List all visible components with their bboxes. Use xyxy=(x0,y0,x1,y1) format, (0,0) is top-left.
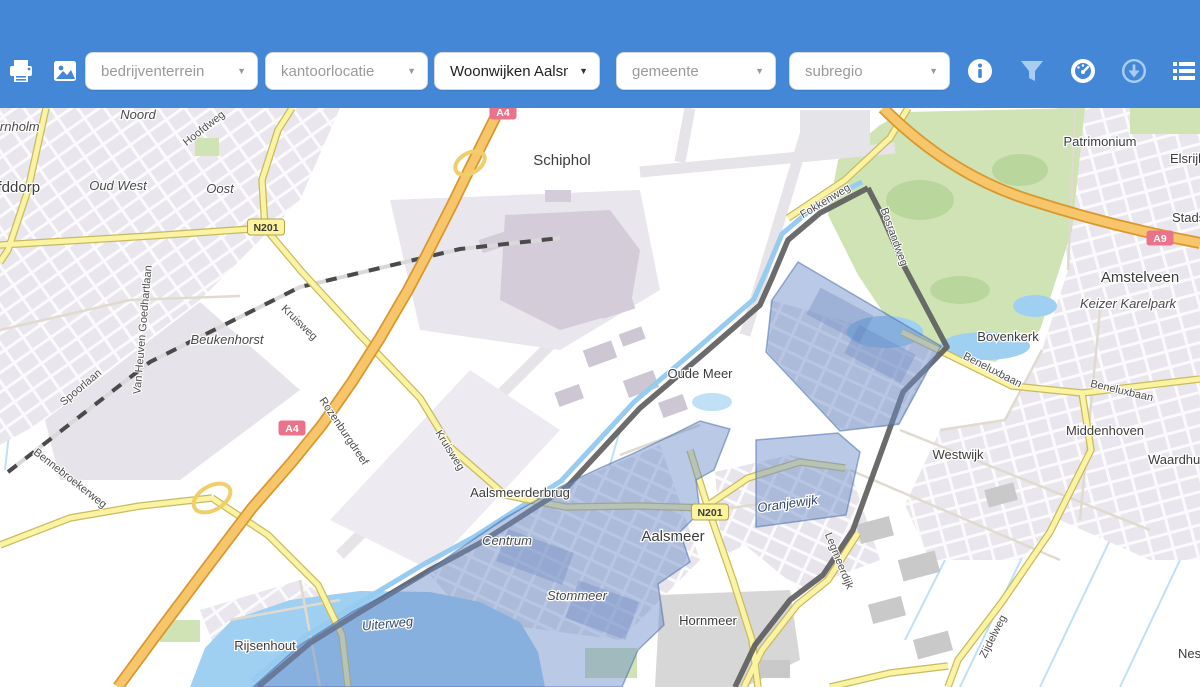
print-icon xyxy=(7,57,35,85)
road-badge: A9 xyxy=(1147,231,1174,246)
chevron-down-icon: ▼ xyxy=(237,66,246,76)
road-badge: N201 xyxy=(248,219,285,235)
dropdown-label: kantoorlocatie xyxy=(281,63,374,80)
dropdown-kantoorlocatie[interactable]: kantoorlocatie ▼ xyxy=(265,52,428,90)
map-label: Amstelveen xyxy=(1101,269,1179,286)
gauge-button[interactable] xyxy=(1069,57,1097,85)
chevron-down-icon: ▼ xyxy=(579,66,588,76)
map-label: Rijsenhout xyxy=(234,638,296,653)
map-svg: A4N201A4N201A9BornholmNoordHoofdwegHoofd… xyxy=(0,108,1200,687)
filter-icon xyxy=(1018,57,1046,85)
gauge-icon xyxy=(1069,57,1097,85)
dropdown-label: subregio xyxy=(805,63,863,80)
map-label: Bovenkerk xyxy=(977,329,1039,344)
map-label: Elsrijk xyxy=(1170,151,1200,166)
map-label: Patrimonium xyxy=(1064,134,1137,149)
map-label: Bornholm xyxy=(0,119,40,134)
info-icon xyxy=(966,57,994,85)
dropdown-gemeente[interactable]: gemeente ▼ xyxy=(616,52,776,90)
svg-text:A4: A4 xyxy=(285,423,299,435)
map-label: Hornmeer xyxy=(679,613,737,628)
map-label: Schiphol xyxy=(533,152,591,169)
print-button[interactable] xyxy=(7,57,35,85)
dropdown-label: Woonwijken Aalsmeer xyxy=(450,63,568,80)
road-badge: A4 xyxy=(490,108,517,120)
download-button[interactable] xyxy=(1120,57,1148,85)
svg-text:N201: N201 xyxy=(253,222,278,234)
image-button[interactable] xyxy=(51,57,79,85)
map-label: Oude Meer xyxy=(667,366,733,381)
svg-text:A4: A4 xyxy=(496,108,510,119)
svg-text:N201: N201 xyxy=(697,507,722,519)
info-button[interactable] xyxy=(966,57,994,85)
dropdown-woonwijken[interactable]: Woonwijken Aalsmeer ▼ xyxy=(434,52,600,90)
list-icon xyxy=(1170,57,1198,85)
chevron-down-icon: ▼ xyxy=(929,66,938,76)
map-label: Beukenhorst xyxy=(191,332,265,347)
dropdown-bedrijventerrein[interactable]: bedrijventerrein ▼ xyxy=(85,52,258,90)
map-label: Noord xyxy=(120,108,156,122)
dropdown-label: bedrijventerrein xyxy=(101,63,204,80)
map-label: Aalsmeerderbrug xyxy=(470,485,570,500)
chevron-down-icon: ▼ xyxy=(407,66,416,76)
svg-text:A9: A9 xyxy=(1153,233,1167,245)
map-label: Aalsmeer xyxy=(641,528,704,545)
download-icon xyxy=(1120,57,1148,85)
map-label: Keizer Karelpark xyxy=(1080,296,1178,311)
map-label: Centrum xyxy=(482,533,532,548)
map-label: Stadshart xyxy=(1172,210,1200,225)
image-icon xyxy=(51,57,79,85)
filter-button[interactable] xyxy=(1018,57,1046,85)
map-label: Waardhuizen xyxy=(1148,452,1200,467)
map-label: Stommeer xyxy=(547,588,608,603)
dropdown-label: gemeente xyxy=(632,63,699,80)
map-label: Oost xyxy=(206,181,235,196)
map-label: Middenhoven xyxy=(1066,423,1144,438)
chevron-down-icon: ▼ xyxy=(755,66,764,76)
dropdown-subregio[interactable]: subregio ▼ xyxy=(789,52,950,90)
toolbar: bedrijventerrein ▼ kantoorlocatie ▼ Woon… xyxy=(0,52,1200,90)
road-badge: N201 xyxy=(692,504,729,520)
header-bar: bedrijventerrein ▼ kantoorlocatie ▼ Woon… xyxy=(0,0,1200,108)
map-application: bedrijventerrein ▼ kantoorlocatie ▼ Woon… xyxy=(0,0,1200,687)
map-label: Nes xyxy=(1178,646,1200,661)
map-canvas[interactable]: A4N201A4N201A9BornholmNoordHoofdwegHoofd… xyxy=(0,108,1200,687)
map-label: Westwijk xyxy=(932,447,984,462)
list-button[interactable] xyxy=(1170,57,1198,85)
map-label: Hoofddorp xyxy=(0,179,40,196)
road-badge: A4 xyxy=(279,421,306,436)
map-label: Oud West xyxy=(89,178,148,193)
